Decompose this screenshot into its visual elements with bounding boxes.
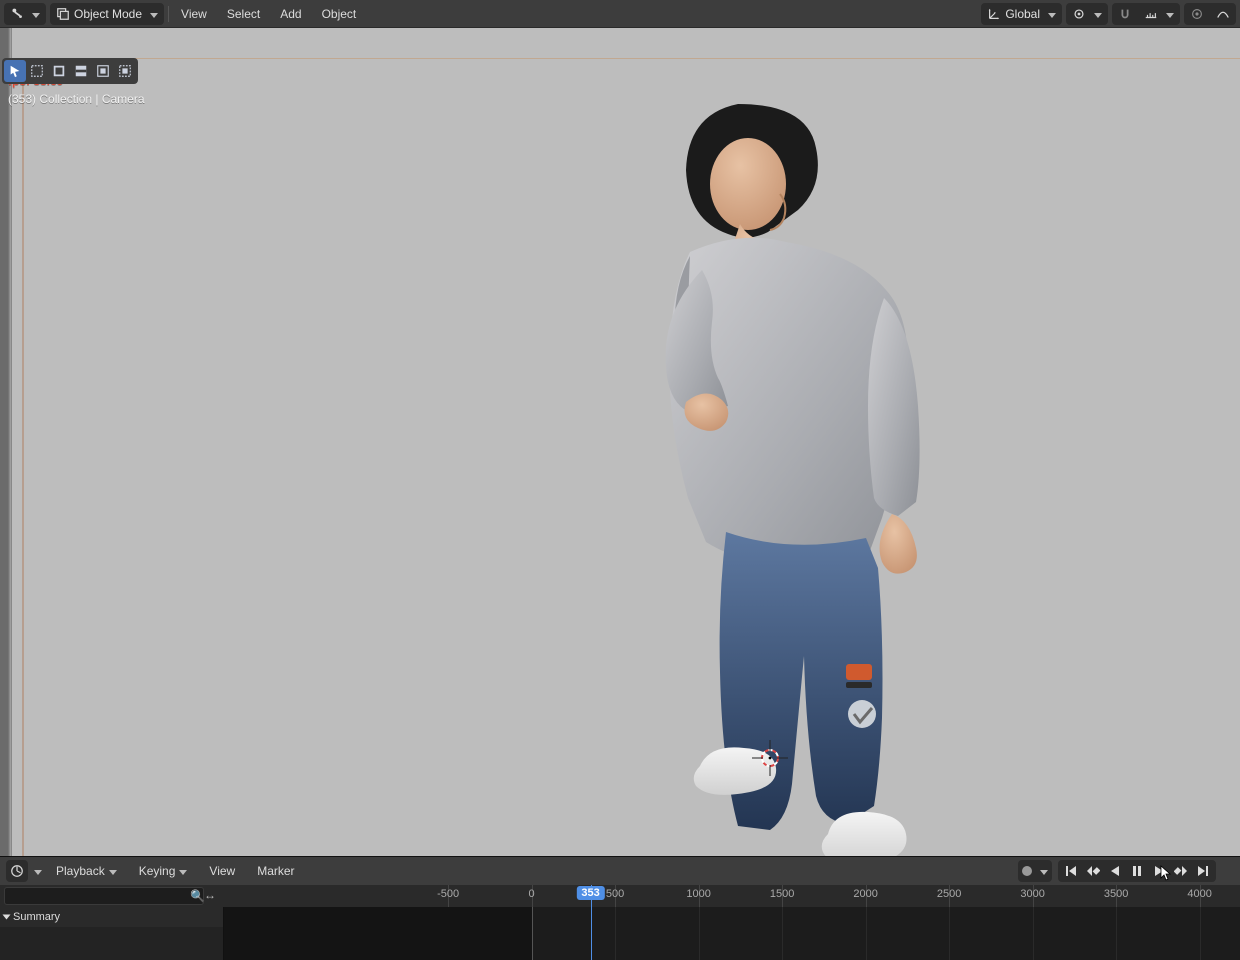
timeline-header: Playback Keying View Marker [0, 857, 1240, 885]
cursor-3d [752, 740, 788, 776]
menu-tl-view[interactable]: View [201, 864, 243, 878]
jump-end-button[interactable] [1192, 860, 1214, 882]
chevron-down-icon [28, 7, 40, 21]
tick-label: 2500 [937, 888, 961, 900]
menu-playback[interactable]: Playback [48, 864, 125, 878]
chevron-down-icon [1044, 7, 1056, 21]
select-box-alt-button[interactable] [48, 60, 70, 82]
menu-object[interactable]: Object [314, 7, 365, 21]
summary-label: Summary [13, 911, 60, 923]
orientation-icon [987, 7, 1001, 21]
orientation-label: Global [1005, 7, 1040, 21]
disclosure-triangle-icon [3, 915, 11, 920]
timeline-ruler[interactable]: 🔍 ↔ -50005001000150020002500300035004000… [0, 885, 1240, 907]
character-mesh [630, 84, 970, 856]
menu-select[interactable]: Select [219, 7, 268, 21]
channel-list: Summary [0, 907, 224, 960]
tick-label: -500 [437, 888, 459, 900]
armature-icon [10, 7, 24, 21]
editor-type-dropdown[interactable] [4, 3, 46, 25]
viewport-left-gutter [0, 28, 12, 856]
next-key-button[interactable] [1170, 860, 1192, 882]
menu-add[interactable]: Add [272, 7, 309, 21]
proportional-icon [1190, 7, 1204, 21]
viewport-header: Object Mode View Select Add Object Globa… [0, 0, 1240, 28]
menu-keying[interactable]: Keying [131, 864, 196, 878]
mode-label: Object Mode [74, 7, 142, 21]
object-mode-icon [56, 7, 70, 21]
filter-toggle[interactable]: ↔ [204, 888, 216, 902]
magnet-icon [1118, 7, 1132, 21]
chevron-down-icon [1162, 7, 1174, 21]
play-reverse-button[interactable] [1104, 860, 1126, 882]
pivot-dropdown[interactable] [1066, 3, 1108, 25]
chevron-down-icon [1090, 7, 1102, 21]
tick-label: 1500 [770, 888, 794, 900]
select-circle-button[interactable] [92, 60, 114, 82]
chevron-down-icon [175, 864, 187, 878]
chevron-down-icon [105, 864, 117, 878]
mouse-cursor [1160, 865, 1172, 881]
select-lasso-button[interactable] [114, 60, 136, 82]
record-icon[interactable] [1022, 866, 1032, 876]
proportional-falloff-dropdown[interactable] [1210, 3, 1236, 25]
viewport-3d[interactable]: fps: 53.69 (353) Collection | Camera [0, 28, 1240, 856]
camera-frame-left [22, 58, 24, 856]
snap-toggle[interactable] [1112, 3, 1138, 25]
tick-label: 2000 [853, 888, 877, 900]
pause-button[interactable] [1126, 860, 1148, 882]
auto-key-group [1018, 860, 1052, 882]
jump-start-button[interactable] [1060, 860, 1082, 882]
playback-controls [1058, 860, 1216, 882]
snap-group [1112, 3, 1180, 25]
tick-label: 3500 [1104, 888, 1128, 900]
playhead-frame-label: 353 [576, 886, 604, 900]
snap-mode-dropdown[interactable] [1138, 3, 1180, 25]
select-mode-strip [2, 58, 138, 84]
chevron-down-icon [30, 864, 42, 878]
summary-row[interactable]: Summary [0, 907, 223, 927]
select-tweak-button[interactable] [4, 60, 26, 82]
mode-dropdown[interactable]: Object Mode [50, 3, 164, 25]
tick-label: 1000 [686, 888, 710, 900]
tick-label: 4000 [1187, 888, 1211, 900]
select-box-sub-button[interactable] [70, 60, 92, 82]
timeline-search-input[interactable] [4, 887, 204, 905]
falloff-icon [1216, 7, 1230, 21]
timeline-editor-type-dropdown[interactable] [6, 860, 28, 882]
menu-marker[interactable]: Marker [249, 864, 302, 878]
object-breadcrumb: (353) Collection | Camera [8, 90, 145, 108]
prev-key-button[interactable] [1082, 860, 1104, 882]
transform-orientation-dropdown[interactable]: Global [981, 3, 1062, 25]
chevron-down-icon[interactable] [1036, 864, 1048, 878]
camera-frame-top [22, 58, 1240, 59]
tick-label: 500 [606, 888, 624, 900]
ruler-ticks: -500050010001500200025003000350040004500… [224, 885, 1240, 907]
menu-view[interactable]: View [173, 7, 215, 21]
timeline-body[interactable]: Summary [0, 907, 1240, 960]
separator [168, 6, 169, 22]
pivot-icon [1072, 7, 1086, 21]
select-box-button[interactable] [26, 60, 48, 82]
tick-label: 3000 [1020, 888, 1044, 900]
proportional-group [1184, 3, 1236, 25]
snap-increment-icon [1144, 7, 1158, 21]
track-area[interactable] [224, 907, 1240, 960]
proportional-toggle[interactable] [1184, 3, 1210, 25]
tick-label: 0 [529, 888, 535, 900]
chevron-down-icon [146, 7, 158, 21]
timeline-panel: Playback Keying View Marker [0, 856, 1240, 960]
